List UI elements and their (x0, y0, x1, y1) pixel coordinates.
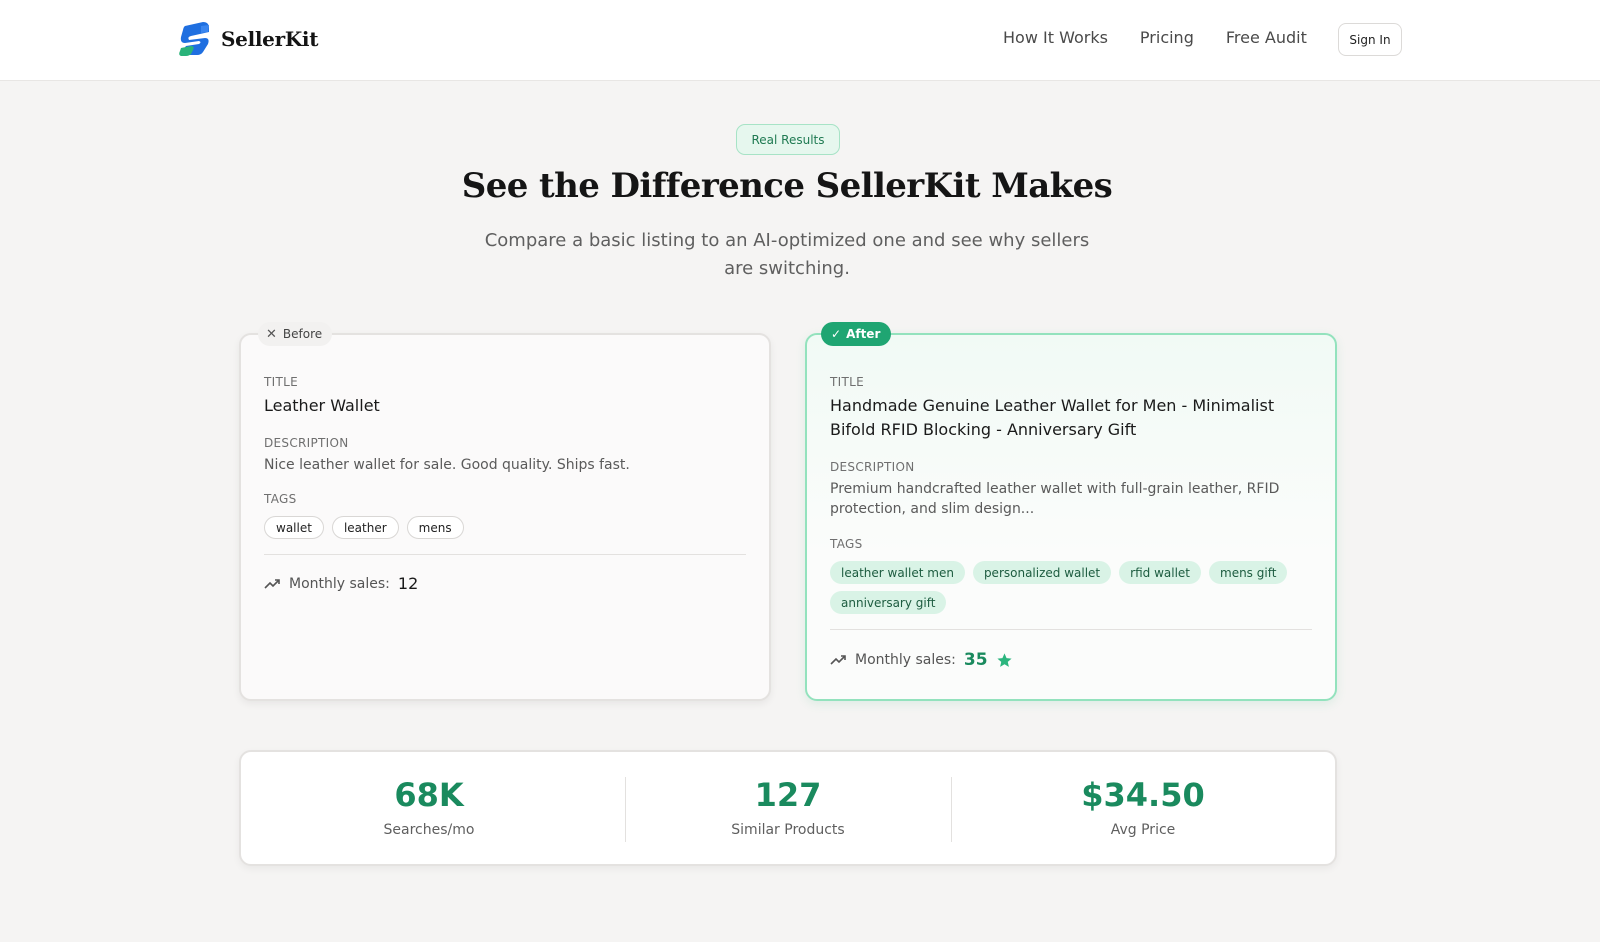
after-description-label: DESCRIPTION (830, 460, 915, 474)
after-title-label: TITLE (830, 375, 864, 389)
real-results-badge: Real Results (736, 124, 840, 155)
after-description: Premium handcrafted leather wallet with … (830, 481, 1280, 517)
sellerkit-logo-icon (179, 22, 209, 56)
stat-searches: 68K Searches/mo (241, 752, 617, 864)
tag-chip: mens (406, 516, 464, 539)
nav-pricing[interactable]: Pricing (1140, 28, 1194, 47)
after-tags: leather wallet men personalized wallet r… (830, 561, 1300, 621)
sales-label: Monthly sales: (855, 652, 956, 668)
stat-similar-products: 127 Similar Products (625, 752, 951, 864)
tag-chip: anniversary gift (830, 591, 947, 614)
sales-value: 35 (963, 650, 988, 670)
tag-chip: mens gift (1209, 561, 1288, 584)
stat-label: Searches/mo (383, 822, 475, 838)
close-icon: ✕ (266, 326, 277, 342)
stat-label: Avg Price (1110, 822, 1176, 838)
before-badge-label: Before (282, 327, 323, 341)
tag-chip: rfid wallet (1119, 561, 1201, 584)
stat-avg-price: $34.50 Avg Price (951, 752, 1335, 864)
sales-value: 12 (397, 574, 419, 593)
tag-chip: personalized wallet (972, 561, 1112, 584)
nav-free-audit[interactable]: Free Audit (1226, 28, 1307, 47)
after-badge-label: After (846, 327, 881, 341)
before-description: Nice leather wallet for sale. Good quali… (264, 457, 630, 473)
before-description-label: DESCRIPTION (264, 436, 349, 450)
tag-chip: leather wallet men (830, 561, 965, 584)
brand-name: SellerKit (221, 27, 319, 51)
stat-value: 127 (754, 776, 822, 814)
sign-in-button[interactable]: Sign In (1338, 23, 1402, 56)
page-title: See the Difference SellerKit Makes (461, 166, 1113, 206)
before-title-label: TITLE (264, 375, 298, 389)
after-title: Handmade Genuine Leather Wallet for Men … (830, 396, 1275, 439)
top-navbar: SellerKit How It Works Pricing Free Audi… (0, 0, 1600, 81)
after-monthly-sales: Monthly sales: 35 (830, 650, 1013, 670)
tag-chip: leather (331, 516, 399, 539)
stat-value: 68K (394, 776, 464, 814)
stats-bar: 68K Searches/mo 127 Similar Products $34… (239, 750, 1337, 866)
after-divider (830, 629, 1312, 630)
check-icon: ✓ (831, 327, 842, 341)
trending-up-icon (830, 655, 846, 665)
page-subtitle: Compare a basic listing to an AI-optimiz… (484, 230, 1090, 279)
before-tags-label: TAGS (264, 492, 297, 506)
tag-chip: wallet (264, 516, 324, 539)
main-nav: How It Works Pricing Free Audit (1003, 28, 1339, 47)
star-icon (996, 652, 1012, 667)
after-badge: ✓ After (821, 322, 892, 346)
trending-up-icon (264, 578, 280, 589)
brand-logo[interactable]: SellerKit (179, 22, 318, 56)
before-monthly-sales: Monthly sales: 12 (264, 574, 418, 593)
sales-label: Monthly sales: (289, 575, 390, 592)
before-tags: wallet leather mens (264, 516, 744, 546)
stat-value: $34.50 (1081, 776, 1205, 814)
stat-label: Similar Products (731, 822, 845, 838)
after-tags-label: TAGS (830, 537, 863, 551)
before-title: Leather Wallet (264, 396, 380, 415)
nav-how-it-works[interactable]: How It Works (1003, 28, 1108, 47)
before-badge: ✕ Before (258, 322, 333, 346)
before-divider (264, 554, 746, 555)
